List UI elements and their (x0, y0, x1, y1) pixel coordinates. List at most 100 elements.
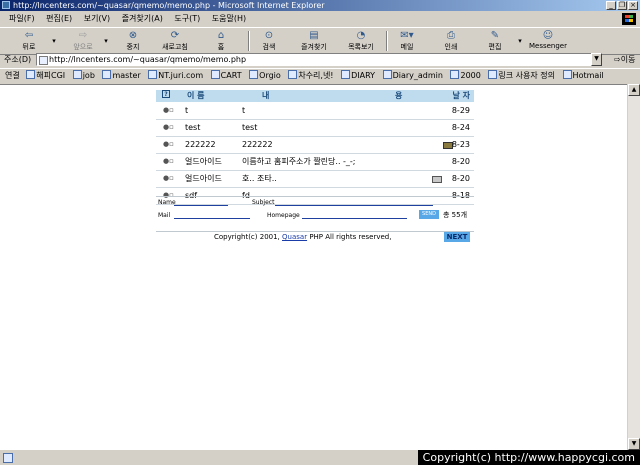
memo-date: 8-29 (451, 106, 470, 115)
homepage-input[interactable] (302, 218, 407, 219)
toolbar: ⇦ 뒤로 ▾ ⇨ 앞으로 ▾ ⊗ 중지 ⟳ 새로고침 ⌂ 홈 ⊙ 검색 ▤ 즐겨… (0, 27, 640, 55)
history-icon: ◔ (356, 30, 366, 41)
memo-date: 8-23 (451, 140, 470, 149)
link-label: DIARY (351, 71, 376, 80)
link-item[interactable]: Orgio (249, 70, 281, 80)
menu-favorites[interactable]: 즐겨찾기(A) (122, 14, 163, 23)
address-dropdown-button[interactable]: ▼ (591, 53, 602, 66)
stop-button[interactable]: ⊗ 중지 (120, 30, 146, 52)
address-input[interactable]: http://lncenters.com/~quasar/qmemo/memo.… (36, 53, 602, 66)
page-icon (210, 70, 220, 79)
header-subject: 내 (262, 91, 270, 100)
link-item[interactable]: 링크 사용자 정의 (488, 70, 555, 80)
memo-header: ? 이 름 내 용 날 자 (156, 90, 474, 102)
forward-label: 앞으로 (73, 43, 93, 51)
memo-subject[interactable]: 이름하고 홈피주소가 짤린당.. -_-; (242, 154, 356, 170)
mail-button[interactable]: ✉▾ 메일 (394, 30, 420, 52)
home-button[interactable]: ⌂ 홈 (210, 30, 232, 52)
search-button[interactable]: ⊙ 검색 (258, 30, 280, 52)
scroll-down-button[interactable]: ▼ (628, 438, 640, 450)
page-icon (288, 70, 298, 79)
link-label: 2000 (460, 71, 481, 80)
link-item[interactable]: DIARY (341, 70, 376, 80)
link-item[interactable]: master (102, 70, 141, 80)
print-label: 인쇄 (444, 43, 458, 51)
forward-button[interactable]: ⇨ 앞으로 (68, 30, 98, 52)
memo-subject[interactable]: test (242, 120, 257, 136)
link-item[interactable]: 해피CGI (26, 70, 66, 80)
memo-row[interactable]: ●▫ 얼드아이드 호.. 조타.. 8-20 (156, 171, 474, 188)
menu-file[interactable]: 파일(F) (9, 14, 35, 23)
memo-row[interactable]: ●▫ 얼드아이드 이름하고 홈피주소가 짤린당.. -_-; 8-20 (156, 154, 474, 171)
mail-input[interactable] (174, 218, 250, 219)
page-icon (39, 56, 48, 65)
address-label: 주소(D) (4, 55, 32, 64)
memo-row[interactable]: ●▫ t t 8-29 (156, 103, 474, 120)
close-button[interactable]: × (628, 1, 638, 10)
link-item[interactable]: CART (210, 70, 242, 80)
quasar-link[interactable]: Quasar (282, 233, 307, 241)
restore-button[interactable]: ❐ (617, 1, 627, 10)
link-item[interactable]: 2000 (450, 70, 481, 80)
memo-name: 얼드아이드 (185, 174, 222, 183)
link-item[interactable]: Hotmail (562, 70, 604, 80)
window-controls: _ ❐ × (606, 1, 638, 10)
minimize-button[interactable]: _ (606, 1, 616, 10)
link-item[interactable]: job (72, 70, 95, 80)
link-item[interactable]: NT.juri.com (148, 70, 203, 80)
memo-subject[interactable]: 222222 (242, 137, 273, 153)
history-button[interactable]: ◔ 목록보기 (344, 30, 378, 52)
ie-logo-icon (2, 1, 10, 9)
memo-date: 8-20 (451, 174, 470, 183)
link-item[interactable]: Diary_admin (382, 70, 443, 80)
link-label: 링크 사용자 정의 (498, 71, 555, 80)
refresh-label: 새로고침 (162, 43, 188, 51)
name-input[interactable] (174, 205, 228, 206)
messenger-button[interactable]: ☺ Messenger (526, 30, 570, 50)
link-item[interactable]: 차수리,넷! (288, 70, 334, 80)
print-button[interactable]: ⎙ 인쇄 (440, 30, 462, 52)
edit-dropdown-icon[interactable]: ▾ (516, 37, 524, 45)
memo-row[interactable]: ●▫ 222222 222222 8-23 (156, 137, 474, 154)
next-button[interactable]: NEXT (444, 232, 470, 242)
refresh-button[interactable]: ⟳ 새로고침 (158, 30, 192, 52)
page-status-icon (3, 453, 13, 463)
history-label: 목록보기 (348, 43, 374, 51)
copyright-footer: Copyright(c) 2001, Quasar PHP All rights… (214, 233, 391, 241)
menu-tools[interactable]: 도구(T) (174, 14, 200, 23)
link-label: Hotmail (572, 71, 604, 80)
menu-view[interactable]: 보기(V) (84, 14, 110, 23)
link-label: master (112, 71, 141, 80)
homepage-label: Homepage (267, 212, 300, 219)
memo-date: 8-24 (451, 123, 470, 132)
link-label: 해피CGI (36, 71, 66, 80)
stop-label: 중지 (126, 43, 140, 51)
comment-icon: ●▫ (163, 106, 174, 114)
memo-subject[interactable]: t (242, 103, 245, 119)
vertical-scrollbar[interactable]: ▲ ▼ (628, 84, 640, 450)
back-label: 뒤로 (22, 43, 36, 51)
edit-label: 편집 (488, 43, 502, 51)
copyright-prefix: Copyright(c) 2001, (214, 233, 280, 241)
favorites-icon: ▤ (309, 30, 319, 41)
address-bar: 주소(D) http://lncenters.com/~quasar/qmemo… (0, 53, 640, 67)
back-button[interactable]: ⇦ 뒤로 (18, 30, 40, 52)
send-button[interactable]: SEND (419, 210, 439, 219)
memo-subject[interactable]: 호.. 조타.. (242, 171, 277, 187)
scroll-up-button[interactable]: ▲ (628, 84, 640, 96)
go-button[interactable]: ⇨이동 (614, 54, 635, 65)
edit-button[interactable]: ✎ 편집 (484, 30, 506, 52)
back-arrow-icon: ⇦ (24, 30, 34, 41)
forward-dropdown-icon[interactable]: ▾ (102, 37, 110, 45)
menu-help[interactable]: 도움말(H) (212, 14, 246, 23)
page-icon (488, 70, 498, 79)
menu-edit[interactable]: 편집(E) (46, 14, 72, 23)
memo-name: t (185, 106, 189, 115)
search-label: 검색 (262, 43, 276, 51)
memo-row[interactable]: ●▫ test test 8-24 (156, 120, 474, 137)
favorites-button[interactable]: ▤ 즐겨찾기 (296, 30, 332, 52)
link-label: Orgio (259, 71, 281, 80)
memo-name: 얼드아이드 (185, 157, 222, 166)
back-dropdown-icon[interactable]: ▾ (50, 37, 58, 45)
subject-input[interactable] (275, 205, 433, 206)
